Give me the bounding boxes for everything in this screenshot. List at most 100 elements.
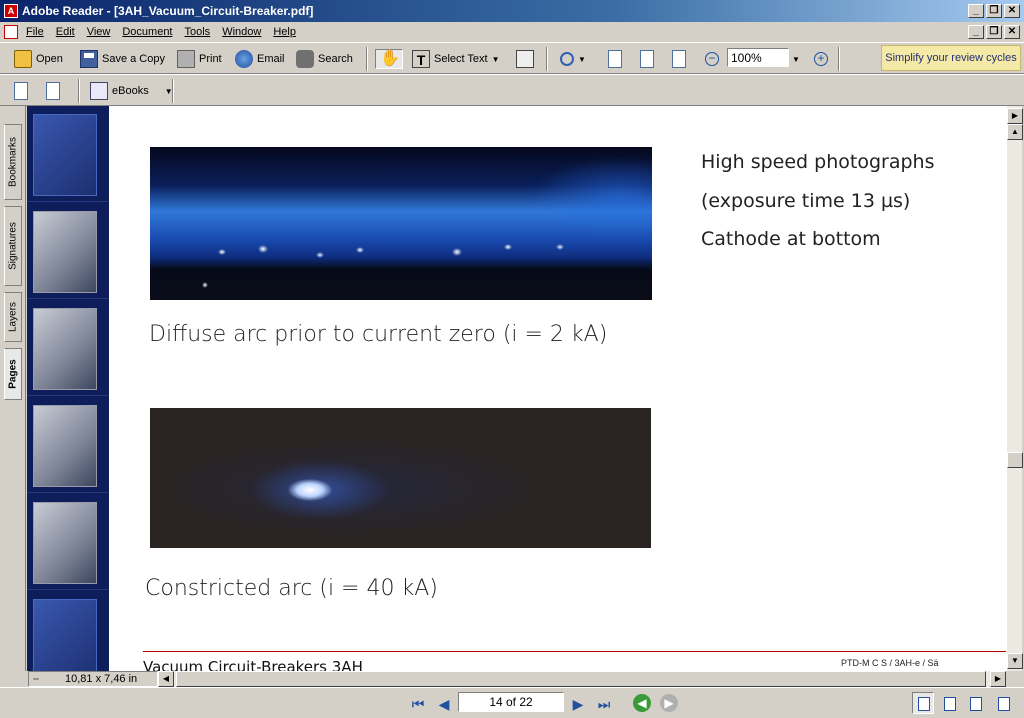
zoom-dropdown-button[interactable]: ▼ xyxy=(792,49,800,69)
go-back-button[interactable]: ◀ xyxy=(633,694,651,712)
minimize-button[interactable]: _ xyxy=(968,4,984,18)
facing-layout-button[interactable] xyxy=(964,692,986,714)
tab-pages[interactable]: Pages xyxy=(4,348,22,400)
thumbnail-image xyxy=(33,599,97,671)
single-page-icon xyxy=(918,697,930,711)
side-text-line: Cathode at bottom xyxy=(701,228,881,250)
rotate-ccw-button[interactable] xyxy=(46,81,60,101)
scroll-thumb[interactable] xyxy=(1007,452,1023,468)
continuous-facing-layout-button[interactable] xyxy=(992,692,1014,714)
print-label: Print xyxy=(199,53,222,65)
thumbnail-image xyxy=(33,114,97,196)
last-page-button[interactable]: ⏭ xyxy=(594,694,614,714)
print-button[interactable]: Print xyxy=(177,49,222,69)
page-number-input[interactable]: 14 of 22 xyxy=(458,692,564,712)
footer-divider xyxy=(143,651,1006,652)
page-thumbnail[interactable] xyxy=(27,300,109,396)
snapshot-button[interactable] xyxy=(516,49,534,69)
zoom-in-icon xyxy=(560,52,574,66)
close-button[interactable]: ✕ xyxy=(1004,4,1020,18)
zoom-level-input[interactable]: 100% xyxy=(727,48,789,67)
fit-page-button[interactable] xyxy=(640,49,654,69)
fit-width-button[interactable] xyxy=(672,49,686,69)
scroll-up-button[interactable]: ▲ xyxy=(1007,124,1023,140)
toolbar-separator xyxy=(366,47,368,71)
menu-edit[interactable]: Edit xyxy=(56,26,75,38)
menu-document[interactable]: Document xyxy=(122,26,172,38)
minus-icon: − xyxy=(705,52,719,66)
facing-pages-icon xyxy=(970,697,982,711)
navigation-tabs: Bookmarks Signatures Layers Pages xyxy=(0,106,26,671)
plus-icon: + xyxy=(814,52,828,66)
chevron-down-icon[interactable]: ▼ xyxy=(492,55,500,64)
chevron-down-icon[interactable]: ▼ xyxy=(578,55,586,64)
tab-bookmarks[interactable]: Bookmarks xyxy=(4,124,22,200)
restore-button[interactable]: ❐ xyxy=(986,4,1002,18)
continuous-facing-icon xyxy=(998,697,1010,711)
open-button[interactable]: Open xyxy=(14,49,63,69)
doc-restore-button[interactable]: ❐ xyxy=(986,25,1002,39)
page-thumbnail[interactable] xyxy=(27,397,109,493)
vertical-scrollbar[interactable]: ▶ ▲ ▼ xyxy=(1006,106,1023,671)
continuous-layout-button[interactable] xyxy=(938,692,960,714)
tab-layers-label: Layers xyxy=(7,301,19,333)
actual-size-button[interactable] xyxy=(608,49,622,69)
menu-window[interactable]: Window xyxy=(222,26,261,38)
adobe-reader-icon: A xyxy=(4,4,18,18)
title-bar: A Adobe Reader - [3AH_Vacuum_Circuit-Bre… xyxy=(0,0,1024,22)
promo-banner[interactable]: Simplify your review cycles xyxy=(881,45,1021,71)
binoculars-icon xyxy=(296,50,314,68)
zoom-out-button[interactable]: − xyxy=(705,49,719,69)
go-forward-button[interactable]: ▶ xyxy=(660,694,678,712)
doc-minimize-button[interactable]: _ xyxy=(968,25,984,39)
page-thumbnail[interactable] xyxy=(27,494,109,590)
menu-file[interactable]: File xyxy=(26,26,44,38)
rotate-button[interactable] xyxy=(14,81,28,101)
next-page-button[interactable]: ▶ xyxy=(568,694,588,714)
ebooks-button[interactable]: eBooks ▼ xyxy=(90,81,173,101)
email-label: Email xyxy=(257,53,285,65)
side-text-line: High speed photographs xyxy=(701,151,935,173)
select-text-button[interactable]: T Select Text ▼ xyxy=(412,49,500,69)
email-icon xyxy=(235,50,253,68)
fit-width-icon xyxy=(672,50,686,68)
split-view-button[interactable]: ▶ xyxy=(1007,108,1023,124)
page-thumbnail[interactable] xyxy=(27,591,109,671)
caption-constricted-arc: Constricted arc (i = 40 kA) xyxy=(145,576,438,601)
horizontal-scrollbar[interactable]: ◀ ▶ xyxy=(158,671,1006,687)
camera-icon xyxy=(516,50,534,68)
toolbar-separator xyxy=(172,79,174,103)
tab-signatures[interactable]: Signatures xyxy=(4,206,22,286)
menu-tools[interactable]: Tools xyxy=(185,26,211,38)
tab-layers[interactable]: Layers xyxy=(4,292,22,342)
document-icon[interactable] xyxy=(4,25,18,39)
previous-page-button[interactable]: ◀ xyxy=(434,694,454,714)
thumbnail-image xyxy=(33,211,97,293)
scroll-right-button[interactable]: ▶ xyxy=(990,671,1006,687)
horizontal-scroll-thumb[interactable] xyxy=(176,671,986,687)
menu-view[interactable]: View xyxy=(87,26,111,38)
main-toolbar: Open Save a Copy Print Email Search ✋ T … xyxy=(0,42,1024,74)
save-copy-button[interactable]: Save a Copy xyxy=(80,49,165,69)
menu-bar: File Edit View Document Tools Window Hel… xyxy=(0,22,1024,42)
scroll-left-button[interactable]: ◀ xyxy=(158,671,174,687)
folder-icon xyxy=(14,50,32,68)
single-page-layout-button[interactable] xyxy=(912,692,934,714)
scroll-down-button[interactable]: ▼ xyxy=(1007,653,1023,669)
search-button[interactable]: Search xyxy=(296,49,353,69)
actual-size-icon xyxy=(608,50,622,68)
email-button[interactable]: Email xyxy=(235,49,285,69)
status-bar: ⏮ ◀ 14 of 22 ▶ ⏭ ◀ ▶ xyxy=(0,687,1024,718)
page-thumbnail[interactable] xyxy=(27,203,109,299)
hand-tool-button[interactable]: ✋ xyxy=(375,49,403,69)
first-page-button[interactable]: ⏮ xyxy=(408,694,428,714)
secondary-toolbar: eBooks ▼ xyxy=(0,74,1024,106)
document-page[interactable]: High speed photographs (exposure time 13… xyxy=(109,106,1006,671)
menu-help[interactable]: Help xyxy=(273,26,296,38)
zoom-tool-button[interactable]: ▼ xyxy=(560,49,586,69)
zoom-in-button[interactable]: + xyxy=(814,49,828,69)
rotate-page-ccw-icon xyxy=(46,82,60,100)
doc-close-button[interactable]: ✕ xyxy=(1004,25,1020,39)
printer-icon xyxy=(177,50,195,68)
page-thumbnail[interactable] xyxy=(27,106,109,202)
